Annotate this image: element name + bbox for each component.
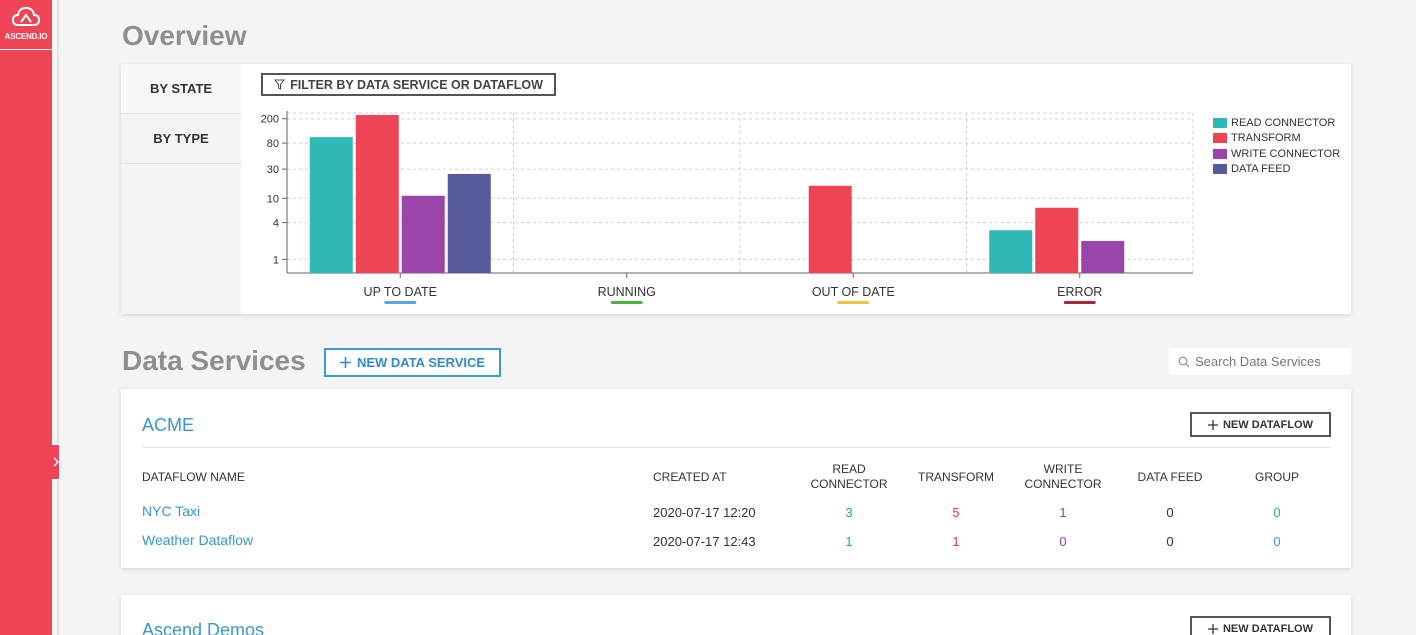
new-data-service-button[interactable]: NEW DATA SERVICE bbox=[324, 348, 501, 377]
search-icon bbox=[1178, 356, 1190, 367]
legend-label: DATA FEED bbox=[1231, 163, 1291, 176]
x-tick-label: RUNNING bbox=[598, 285, 656, 299]
new-dataflow-button[interactable]: NEW DATAFLOW bbox=[1190, 412, 1331, 437]
col-write-line-1: WRITE bbox=[1043, 462, 1083, 476]
transform-count: 5 bbox=[952, 505, 960, 520]
transform-count: 1 bbox=[952, 534, 960, 549]
y-tick-label: 80 bbox=[267, 138, 279, 150]
legend-item: WRITE CONNECTOR bbox=[1213, 146, 1340, 162]
overview-tabs: BY STATE BY TYPE bbox=[121, 64, 241, 314]
col-write-connector: WRITE CONNECTOR bbox=[1013, 462, 1113, 492]
bar bbox=[309, 137, 353, 273]
bar bbox=[355, 115, 399, 273]
bar bbox=[401, 195, 445, 273]
bar bbox=[808, 185, 852, 273]
plus-icon bbox=[339, 357, 351, 368]
created-at: 2020-07-17 12:20 bbox=[653, 505, 756, 520]
tab-by-type[interactable]: BY TYPE bbox=[121, 114, 241, 164]
group-count: 0 bbox=[1273, 534, 1281, 549]
search-data-services[interactable]: Search Data Services bbox=[1169, 348, 1351, 375]
y-tick-label: 200 bbox=[261, 114, 279, 126]
category-indicator bbox=[610, 301, 643, 304]
new-data-service-label: NEW DATA SERVICE bbox=[356, 355, 486, 370]
col-read-line-1: READ bbox=[832, 462, 866, 476]
data-services-title: Data Services bbox=[122, 345, 306, 376]
plus-icon bbox=[1207, 419, 1218, 430]
legend-swatch bbox=[1213, 148, 1227, 159]
feed-count: 0 bbox=[1166, 505, 1174, 520]
category-indicator bbox=[837, 301, 870, 304]
sidebar-divider bbox=[57, 0, 59, 635]
legend-item: READ CONNECTOR bbox=[1213, 115, 1340, 131]
category-indicator bbox=[1063, 301, 1096, 304]
col-read-line-2: CONNECTOR bbox=[810, 477, 888, 491]
service-card-ascend-demos: Ascend Demos NEW DATAFLOW bbox=[121, 595, 1351, 635]
col-write-line-2: CONNECTOR bbox=[1024, 477, 1102, 491]
logo[interactable]: ASCEND.IO bbox=[0, 0, 52, 50]
col-read-connector: READ CONNECTOR bbox=[799, 462, 899, 492]
col-data-feed: DATA FEED bbox=[1137, 470, 1203, 484]
x-tick-label: OUT OF DATE bbox=[812, 285, 895, 299]
bar bbox=[1035, 207, 1079, 273]
feed-count: 0 bbox=[1166, 534, 1174, 549]
write-count: 0 bbox=[1059, 534, 1067, 549]
dataflow-name-link[interactable]: Weather Dataflow bbox=[142, 532, 253, 548]
bar bbox=[989, 230, 1033, 273]
new-dataflow-label: NEW DATAFLOW bbox=[1222, 622, 1313, 635]
search-placeholder: Search Data Services bbox=[1195, 354, 1321, 369]
legend-item: DATA FEED bbox=[1213, 162, 1340, 178]
plus-icon bbox=[1207, 623, 1218, 634]
service-name[interactable]: ACME bbox=[142, 415, 194, 436]
y-tick-label: 4 bbox=[273, 218, 279, 230]
chevron-right-icon bbox=[52, 457, 59, 467]
legend-swatch bbox=[1213, 164, 1227, 175]
legend-label: WRITE CONNECTOR bbox=[1231, 147, 1341, 160]
filter-icon bbox=[274, 79, 286, 90]
logo-text: ASCEND.IO bbox=[4, 32, 48, 41]
legend-swatch bbox=[1213, 117, 1227, 128]
state-bar-chart: 200 80 30 10 4 1 UP TO DATE RUNNING OUT OF DATE E… bbox=[261, 111, 1194, 304]
x-tick-label: UP TO DATE bbox=[364, 285, 437, 299]
sidebar-expand-handle[interactable] bbox=[52, 444, 60, 480]
sidebar: ASCEND.IO bbox=[0, 0, 52, 635]
new-dataflow-button[interactable]: NEW DATAFLOW bbox=[1190, 616, 1331, 635]
group-count: 0 bbox=[1273, 505, 1281, 520]
col-group: GROUP bbox=[1254, 470, 1299, 484]
cloud-logo-icon bbox=[12, 6, 40, 26]
filter-label: FILTER BY DATA SERVICE OR DATAFLOW bbox=[290, 77, 543, 92]
dataflow-name-link[interactable]: NYC Taxi bbox=[142, 503, 200, 519]
x-tick-label: ERROR bbox=[1057, 285, 1102, 299]
read-count: 3 bbox=[845, 505, 853, 520]
write-count: 1 bbox=[1059, 505, 1067, 520]
legend-label: READ CONNECTOR bbox=[1231, 116, 1336, 129]
card-divider bbox=[142, 447, 1331, 448]
legend-item: TRANSFORM bbox=[1213, 131, 1340, 147]
bar bbox=[447, 173, 491, 273]
tab-by-state[interactable]: BY STATE bbox=[121, 64, 241, 114]
created-at: 2020-07-17 12:43 bbox=[653, 534, 756, 549]
service-name[interactable]: Ascend Demos bbox=[142, 620, 264, 635]
chart-legend: READ CONNECTOR TRANSFORM WRITE CONNECTOR DA… bbox=[1213, 115, 1340, 177]
y-tick-label: 10 bbox=[267, 193, 279, 205]
overview-title: Overview bbox=[122, 20, 247, 51]
legend-label: TRANSFORM bbox=[1231, 132, 1301, 145]
overview-card: BY STATE BY TYPE FILTER BY DATA SERVICE … bbox=[121, 64, 1351, 314]
y-tick-label: 30 bbox=[267, 164, 279, 176]
col-created-at: CREATED AT bbox=[653, 470, 727, 484]
filter-button[interactable]: FILTER BY DATA SERVICE OR DATAFLOW bbox=[261, 73, 556, 96]
col-transform: TRANSFORM bbox=[918, 470, 994, 484]
col-dataflow-name: DATAFLOW NAME bbox=[142, 470, 245, 484]
bar bbox=[1081, 241, 1125, 273]
legend-swatch bbox=[1213, 133, 1227, 144]
category-indicator bbox=[384, 301, 417, 304]
service-card-acme: ACME NEW DATAFLOW DATAFLOW NAME CREATED … bbox=[121, 389, 1351, 568]
y-tick-label: 1 bbox=[273, 254, 279, 266]
new-dataflow-label: NEW DATAFLOW bbox=[1222, 418, 1313, 431]
read-count: 1 bbox=[845, 534, 853, 549]
